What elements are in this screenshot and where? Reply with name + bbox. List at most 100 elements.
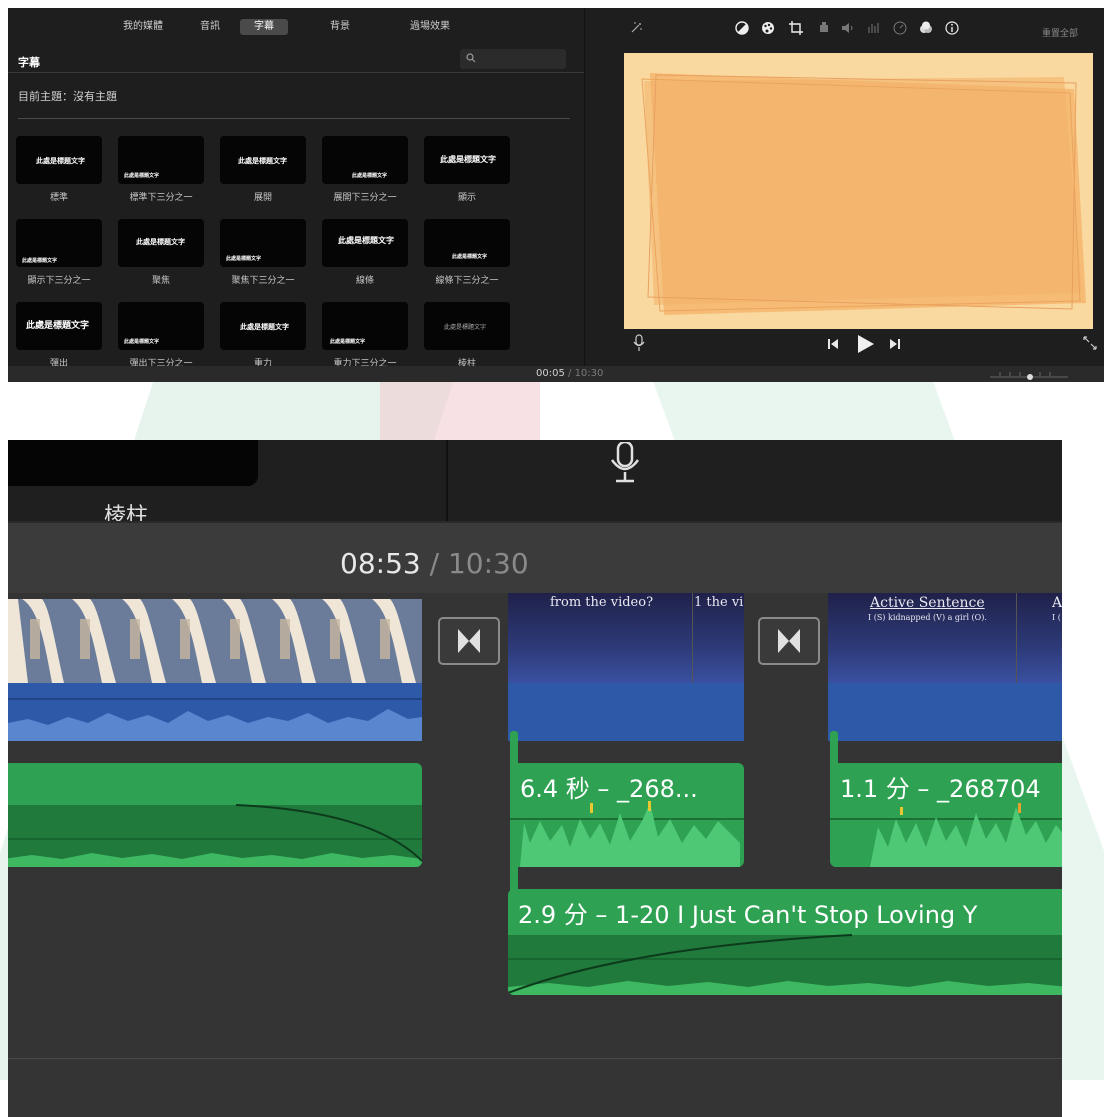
zoom-slider[interactable] [988,368,1072,380]
skip-forward-icon[interactable] [889,338,901,350]
title-thumbnail: 此處是標題文字 [322,302,408,350]
timeline-divider [8,1058,1062,1059]
play-icon[interactable] [855,334,875,354]
title-tile-label: 展開下三分之一 [333,193,397,203]
video-clip-filmstrip[interactable] [8,599,422,683]
title-tile-label: 聚焦 [151,276,170,286]
title-thumbnail: 此處是標題文字 [16,136,102,184]
audio-clip-label: 6.4 秒 – _268... [520,775,698,803]
title-thumbnail: 此處是標題文字 [322,136,408,184]
frame-divider [1016,593,1017,683]
audio-clip[interactable]: 1.1 分 – _268704 [830,763,1062,867]
transition-icon[interactable] [438,617,500,665]
search-input[interactable] [460,49,566,69]
timeline-header: 08:53 / 10:30 [8,521,1062,593]
zoomed-browser-area: 棱柱 [8,440,1062,529]
playback-controls [585,330,1104,366]
equalizer-icon[interactable] [867,21,881,35]
title-thumbnail: 此處是標題文字 [424,219,510,267]
title-tile-label: 線條下三分之一 [435,276,499,286]
current-time: 00:05 [536,368,565,379]
title-tile-label: 展開 [253,193,272,203]
title-thumbnail: 此處是標題文字 [322,219,408,267]
title-thumbnail: 此處是標題文字 [16,302,102,350]
slide-text: from the video? [550,595,654,610]
microphone-icon[interactable] [633,334,645,352]
color-balance-icon[interactable] [735,21,749,35]
playhead-time: 00:05 / 10:30 [536,368,603,379]
title-thumbnail: 此處是標題文字 [118,136,204,184]
search-icon [466,53,476,63]
color-palette-icon[interactable] [761,21,775,35]
audio-clip[interactable] [8,763,422,867]
title-thumbnail[interactable] [8,440,258,486]
volume-icon[interactable] [841,21,855,35]
audio-waveform [8,804,422,867]
video-clip-thumbnail[interactable]: from the video? 1 the vi [508,593,744,683]
title-thumbnail: 此處是標題文字 [118,219,204,267]
slide-text: I (S) kidnapped (V) a girl (O). [868,613,987,622]
frame-divider [692,593,693,683]
magic-wand-icon[interactable] [629,21,643,35]
tab-my-media[interactable]: 我的媒體 [116,19,170,35]
current-theme-label: 目前主題：沒有主題 [18,90,117,103]
tab-backgrounds[interactable]: 背景 [320,19,360,35]
imovie-window: 我的媒體 音訊 字幕 背景 過場效果 字幕 目前主題：沒有主題 此處是標題文字 … [8,8,1104,382]
info-icon[interactable] [945,21,959,35]
audio-clip-label: 1.1 分 – _268704 [840,775,1041,803]
filter-icon[interactable] [919,21,933,35]
slide-text: Active Sentence [870,595,985,611]
slide-text: A [1052,595,1062,611]
skip-back-icon[interactable] [827,338,839,350]
panel-divider [584,8,585,382]
tab-transitions[interactable]: 過場效果 [402,19,458,35]
tab-titles[interactable]: 字幕 [240,19,288,35]
audio-clip[interactable]: 6.4 秒 – _268... [510,763,744,867]
divider [8,72,584,73]
slide-text: I ( [1052,613,1061,622]
transition-icon[interactable] [758,617,820,665]
transition-bowtie-icon [778,629,800,653]
transition-bowtie-icon [458,629,480,653]
reset-all-button[interactable]: 重置全部 [1042,26,1078,39]
panel-title: 字幕 [18,56,40,69]
title-thumbnail: 此處是標題文字 [16,219,102,267]
slide-text: 1 the vi [694,595,744,610]
total-time: 10:30 [447,547,529,580]
time-separator: / [564,368,575,379]
title-tile-label: 標準下三分之一 [129,193,193,203]
speed-icon[interactable] [893,21,907,35]
title-tile-label: 標準 [49,193,68,203]
video-clip-thumbnail[interactable]: Active Sentence I (S) kidnapped (V) a gi… [828,593,1062,683]
title-tile-label: 線條 [355,276,374,286]
video-frames [8,599,422,683]
panel-divider [446,440,448,521]
title-tile-label: 顯示 [457,193,476,203]
media-tabs: 我的媒體 音訊 字幕 背景 過場效果 [8,16,584,38]
playhead-time: 08:53 / 10:30 [340,547,529,580]
video-clip-audio[interactable] [8,683,422,741]
crop-icon[interactable] [789,21,803,35]
time-separator: / [420,547,448,580]
audio-waveform [8,698,422,741]
stabilize-icon[interactable] [817,21,831,35]
title-thumbnail: 此處是標題文字 [220,136,306,184]
video-clip-audio[interactable] [508,683,744,741]
title-thumbnail: 此處是標題文字 [424,136,510,184]
total-time: 10:30 [574,368,604,379]
music-clip[interactable]: 2.9 分 – 1-20 I Just Can't Stop Loving Y [508,889,1062,995]
music-clip-label: 2.9 分 – 1-20 I Just Can't Stop Loving Y [518,901,978,929]
preview-shape [641,73,1086,315]
title-thumbnail: 此處是標題文字 [118,302,204,350]
zoomed-timeline-view: 棱柱 08:53 / 10:30 from the video? 1 the v… [8,440,1062,1117]
microphone-icon[interactable] [610,442,640,484]
video-clip-audio[interactable] [828,683,1062,741]
fullscreen-icon[interactable] [1083,336,1097,350]
title-thumbnail: 此處是標題文字 [424,302,510,350]
tab-audio[interactable]: 音訊 [190,19,230,35]
title-tile-label: 聚焦下三分之一 [231,276,295,286]
current-time: 08:53 [340,547,421,580]
timeline[interactable]: from the video? 1 the vi Active Sentence… [8,593,1062,1117]
title-thumbnail: 此處是標題文字 [220,302,306,350]
title-tile-label: 顯示下三分之一 [27,276,91,286]
